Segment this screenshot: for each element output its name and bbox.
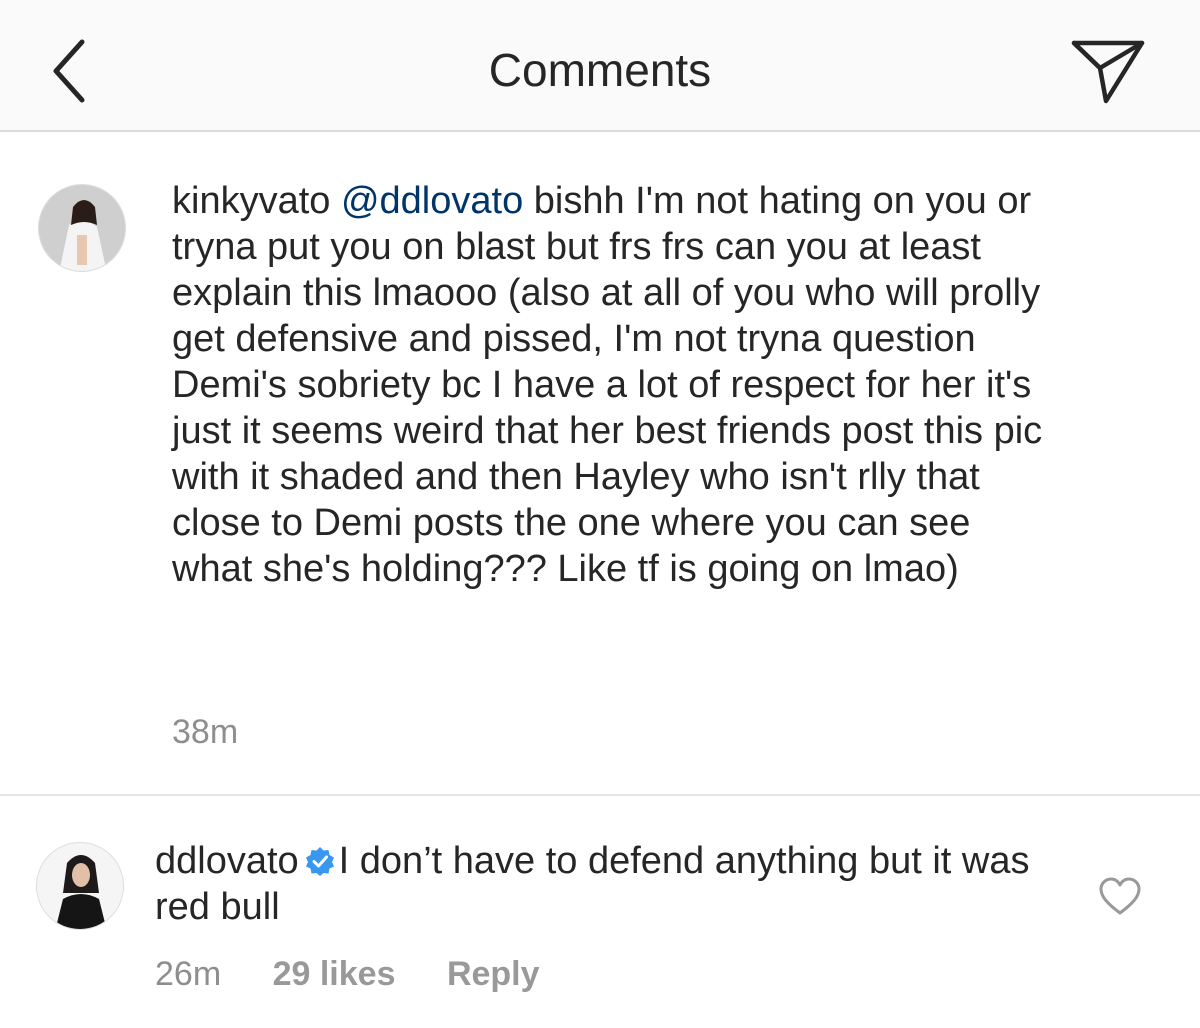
comments-header: Comments xyxy=(0,0,1200,132)
comment-username[interactable]: ddlovato xyxy=(155,840,299,882)
likes-count[interactable]: 29 likes xyxy=(273,955,396,993)
comment-meta: 38m xyxy=(172,712,280,752)
avatar[interactable] xyxy=(38,184,126,272)
paper-plane-icon xyxy=(1071,40,1145,104)
page-title: Comments xyxy=(488,44,712,96)
share-button[interactable] xyxy=(1068,38,1148,106)
comment-item: ddlovato I don’t have to defend anything… xyxy=(0,796,1200,1028)
verified-badge-icon xyxy=(305,847,334,876)
mention-link[interactable]: @ddlovato xyxy=(341,180,523,222)
like-button[interactable] xyxy=(1098,876,1142,916)
comment-timestamp: 26m xyxy=(155,955,222,993)
comment-message: bishh I'm not hating on you or tryna put… xyxy=(172,180,1043,590)
comment-text: ddlovato I don’t have to defend anything… xyxy=(155,838,1055,930)
comment-item: kinkyvato @ddlovato bishh I'm not hating… xyxy=(0,134,1200,796)
comment-username[interactable]: kinkyvato xyxy=(172,180,330,222)
comment-text: kinkyvato @ddlovato bishh I'm not hating… xyxy=(172,178,1052,592)
comment-meta: 26m 29 likes Reply xyxy=(155,954,582,994)
heart-icon xyxy=(1099,877,1141,915)
avatar[interactable] xyxy=(36,842,124,930)
reply-button[interactable]: Reply xyxy=(447,955,540,993)
comment-timestamp: 38m xyxy=(172,713,239,751)
